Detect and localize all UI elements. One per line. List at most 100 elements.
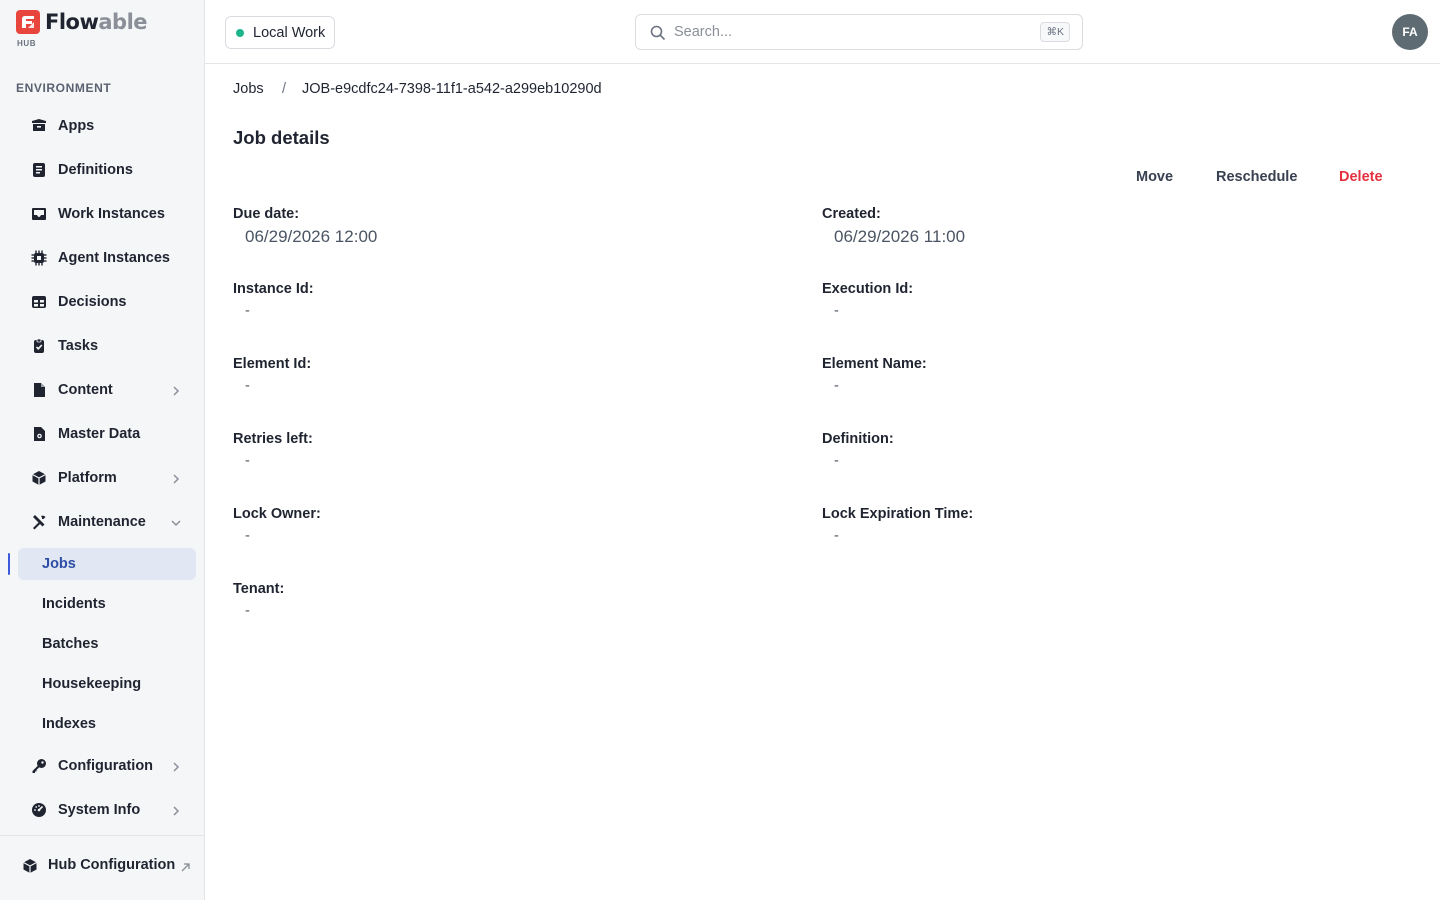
tools-icon [31,514,47,530]
sidebar-item-label: Platform [58,470,117,486]
key-icon [31,758,47,774]
section-label: ENVIRONMENT [16,81,112,95]
cube-icon [22,858,38,874]
sidebar-item-label: System Info [58,802,141,818]
definition-value: - [834,453,839,469]
status-dot [236,28,244,37]
element-name-value: - [834,378,839,394]
due-date-value: 06/29/2026 12:00 [245,227,378,246]
hub-configuration-link[interactable]: Hub Configuration [8,850,196,882]
element-id-value: - [245,378,250,394]
delete-button[interactable]: Delete [1339,169,1383,185]
sidebar-divider [0,835,204,836]
sidebar-item-label: Content [58,382,113,398]
box-icon [31,118,47,134]
avatar[interactable]: FA [1392,14,1428,50]
table-icon [31,294,47,310]
sidebar-item-work-instances[interactable]: Work Instances [18,196,196,232]
chip-icon [31,250,47,266]
sidebar-item-batches[interactable]: Batches [18,628,196,660]
due-date-label: Due date: [233,206,300,222]
sidebar-item-label: Decisions [58,294,127,310]
sidebar-item-label: Indexes [42,716,96,732]
document-icon [31,162,47,178]
sidebar-item-jobs[interactable]: Jobs [18,548,196,580]
sidebar-item-label: Configuration [58,758,154,774]
environment-label: Local Work [253,24,326,41]
retries-left-value: - [245,453,250,469]
hub-configuration-label: Hub Configuration [48,857,176,873]
data-file-icon [31,426,47,442]
clipboard-icon [31,338,47,354]
chevron-right-icon [170,804,182,816]
sidebar-item-label: Batches [42,636,99,652]
external-link-icon [180,860,191,872]
active-indicator [8,553,10,575]
sidebar-item-incidents[interactable]: Incidents [18,588,196,620]
sidebar-item-configuration[interactable]: Configuration [18,748,196,784]
file-icon [31,382,47,398]
sidebar-item-master-data[interactable]: Master Data [18,416,196,452]
sidebar-item-apps[interactable]: Apps [18,108,196,144]
element-id-label: Element Id: [233,356,312,372]
sidebar-item-indexes[interactable]: Indexes [18,708,196,740]
sidebar-item-label: Agent Instances [58,250,170,266]
breadcrumb-current: JOB-e9cdfc24-7398-11f1-a542-a299eb10290d [302,81,602,97]
tenant-label: Tenant: [233,581,285,597]
logo-wordmark: Flowable [45,10,148,34]
lock-expiration-label: Lock Expiration Time: [822,506,974,522]
sidebar-item-decisions[interactable]: Decisions [18,284,196,320]
breadcrumb-jobs[interactable]: Jobs [233,81,264,97]
sidebar-item-content[interactable]: Content [18,372,196,408]
flowable-logo-icon [16,10,40,34]
page-title: Job details [233,127,330,148]
execution-id-value: - [834,303,839,319]
sidebar-item-label: Apps [58,118,95,134]
environment-selector[interactable]: Local Work [225,16,335,49]
retries-left-label: Retries left: [233,431,313,447]
chevron-down-icon [170,516,182,528]
sidebar-item-label: Incidents [42,596,106,612]
definition-label: Definition: [822,431,894,447]
chevron-right-icon [170,472,182,484]
sidebar-item-label: Housekeeping [42,676,142,692]
sidebar: Flowable HUB ENVIRONMENT Apps Definition… [0,0,205,900]
breadcrumb-separator: / [282,81,287,97]
lock-expiration-value: - [834,528,839,544]
move-button[interactable]: Move [1136,169,1173,185]
created-value: 06/29/2026 11:00 [834,227,966,246]
lock-owner-label: Lock Owner: [233,506,321,522]
topbar: Local Work ⌘K FA [205,0,1440,64]
sidebar-item-housekeeping[interactable]: Housekeeping [18,668,196,700]
execution-id-label: Execution Id: [822,281,914,297]
logo[interactable]: Flowable [16,10,148,34]
sidebar-item-label: Maintenance [58,514,146,530]
sidebar-item-label: Jobs [42,556,76,572]
sidebar-item-maintenance[interactable]: Maintenance [18,504,196,540]
sidebar-item-definitions[interactable]: Definitions [18,152,196,188]
gauge-icon [31,802,47,818]
sidebar-item-agent-instances[interactable]: Agent Instances [18,240,196,276]
created-label: Created: [822,206,881,222]
element-name-label: Element Name: [822,356,927,372]
sidebar-item-label: Work Instances [58,206,165,222]
search-icon [650,25,666,41]
logo-sub: HUB [17,39,37,48]
sidebar-item-system-info[interactable]: System Info [18,792,196,828]
inbox-icon [31,206,47,222]
search-shortcut: ⌘K [1040,22,1070,42]
search-box[interactable]: ⌘K [635,14,1083,50]
sidebar-item-label: Master Data [58,426,141,442]
chevron-right-icon [170,384,182,396]
chevron-right-icon [170,760,182,772]
sidebar-item-label: Definitions [58,162,133,178]
sidebar-item-tasks[interactable]: Tasks [18,328,196,364]
instance-id-value: - [245,303,250,319]
tenant-value: - [245,603,250,619]
cube-icon [31,470,47,486]
instance-id-label: Instance Id: [233,281,314,297]
reschedule-button[interactable]: Reschedule [1216,169,1297,185]
sidebar-item-platform[interactable]: Platform [18,460,196,496]
sidebar-item-label: Tasks [58,338,99,354]
search-input[interactable] [674,21,1014,43]
